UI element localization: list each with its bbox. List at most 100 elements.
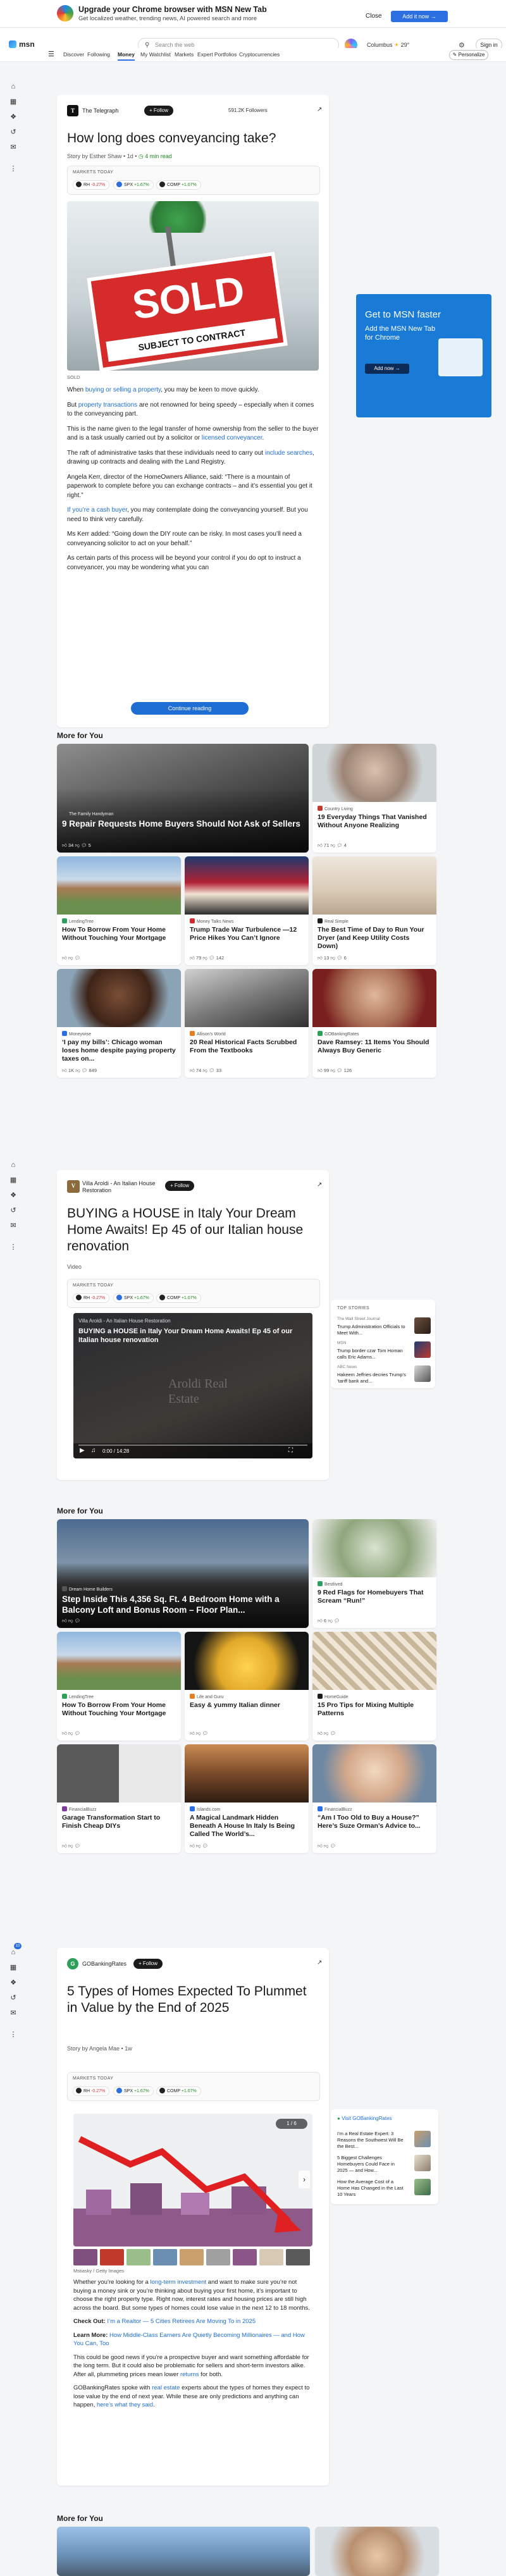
comment-icon[interactable]: 💬︎ bbox=[209, 1068, 216, 1073]
feed-card-source[interactable]: Bestlived bbox=[318, 1581, 342, 1587]
volume-icon[interactable]: ♫ bbox=[91, 1447, 96, 1454]
comment-icon[interactable]: 💬︎ bbox=[81, 842, 89, 848]
side-story-item[interactable]: I’m a Real Estate Expert: 3 Reasons the … bbox=[337, 2131, 404, 2150]
feed-card-source[interactable]: Moneywise bbox=[62, 1031, 91, 1037]
inline-link[interactable]: long-term investment bbox=[150, 2279, 206, 2286]
feed-card[interactable]: Real Simple The Best Time of Day to Run Y… bbox=[312, 856, 436, 965]
feed-card[interactable]: Money Talks News Trump Trade War Turbulen… bbox=[185, 856, 309, 965]
thumbs-up-icon[interactable]: 👍︎ bbox=[62, 842, 68, 848]
top-story-item[interactable]: MSN Trump border czar Tom Homan calls Eri… bbox=[337, 1340, 413, 1360]
gallery-thumbnail[interactable] bbox=[180, 2249, 204, 2265]
comment-icon[interactable]: 💬︎ bbox=[75, 1730, 81, 1736]
feed-card[interactable] bbox=[57, 2527, 310, 2576]
feed-card-title[interactable]: The Best Time of Day to Run Your Dryer (… bbox=[318, 926, 431, 951]
thumbs-down-icon[interactable]: 👎︎ bbox=[75, 842, 81, 848]
gallery-thumbnail[interactable] bbox=[286, 2249, 310, 2265]
comment-icon[interactable]: 💬︎ bbox=[75, 955, 81, 961]
gallery-thumbnail[interactable] bbox=[153, 2249, 177, 2265]
feed-card[interactable]: FinancialBuzz Garage Transformation Start… bbox=[57, 1744, 181, 1853]
feed-card-title[interactable]: 9 Repair Requests Home Buyers Should Not… bbox=[62, 818, 304, 829]
chat-icon[interactable]: ✉ bbox=[9, 2009, 18, 2018]
comment-icon[interactable]: 💬︎ bbox=[82, 1068, 89, 1073]
feed-card[interactable]: Life and Guru Easy & yummy Italian dinner… bbox=[185, 1632, 309, 1741]
comment-icon[interactable]: 💬︎ bbox=[336, 842, 344, 848]
nav-item-discover[interactable]: Discover bbox=[63, 51, 84, 58]
feed-card-title[interactable]: ‘I pay my bills’: Chicago woman loses ho… bbox=[62, 1038, 176, 1063]
nav-item-cryptocurrencies[interactable]: Cryptocurrencies bbox=[239, 51, 280, 58]
nav-item-markets[interactable]: Markets bbox=[175, 51, 194, 58]
inline-link[interactable]: I’m a Realtor — 5 Cities Retirees Are Mo… bbox=[107, 2318, 256, 2325]
feed-card[interactable]: HomeGuide 15 Pro Tips for Mixing Multiple… bbox=[312, 1632, 436, 1741]
feed-card-title[interactable]: Trump Trade War Turbulence —12 Price Hik… bbox=[190, 926, 304, 942]
msn-promo-ad[interactable]: Get to MSN faster Add the MSN New Tab fo… bbox=[356, 294, 491, 417]
thumbs-up-icon[interactable]: 👍︎ bbox=[318, 1068, 324, 1073]
thumbs-down-icon[interactable]: 👎︎ bbox=[330, 1068, 336, 1073]
thumbs-down-icon[interactable]: 👎︎ bbox=[324, 1730, 330, 1736]
feed-card-source[interactable]: Life and Guru bbox=[190, 1694, 223, 1699]
bookmark-icon[interactable]: ❖ bbox=[9, 1191, 18, 1200]
thumbs-up-icon[interactable]: 👍︎ bbox=[190, 1068, 196, 1073]
msn-logo[interactable]: msn bbox=[9, 40, 35, 49]
comment-icon[interactable]: 💬︎ bbox=[336, 955, 344, 961]
grid-icon[interactable]: ▦ bbox=[9, 1963, 18, 1972]
thumbs-down-icon[interactable]: 👎︎ bbox=[202, 1068, 209, 1073]
video-player[interactable]: Villa Aroldi - An Italian House Restorat… bbox=[73, 1313, 312, 1458]
feed-card-title[interactable]: How To Borrow From Your Home Without Tou… bbox=[62, 926, 176, 942]
ticker-pill[interactable]: RH -0.27% bbox=[73, 180, 110, 190]
thumbs-up-icon[interactable]: 👍︎ bbox=[190, 1730, 196, 1736]
feed-card-source[interactable]: Allison’s World bbox=[190, 1031, 226, 1037]
home-icon[interactable]: ⌂ bbox=[9, 1948, 18, 1957]
history-icon[interactable]: ↺ bbox=[9, 1994, 18, 2002]
external-link-icon[interactable]: ↗ bbox=[317, 1959, 322, 1966]
thumbs-up-icon[interactable]: 👍︎ bbox=[62, 1618, 68, 1624]
video-progress-bar[interactable] bbox=[78, 1445, 307, 1446]
thumbs-up-icon[interactable]: 👍︎ bbox=[62, 955, 68, 961]
thumbs-down-icon[interactable]: 👎︎ bbox=[196, 1730, 202, 1736]
side-story-item[interactable]: 5 Biggest Challenges Homebuyers Could Fa… bbox=[337, 2155, 404, 2174]
thumbs-up-icon[interactable]: 👍︎ bbox=[318, 955, 324, 961]
feed-card-title[interactable]: Garage Transformation Start to Finish Ch… bbox=[62, 1814, 176, 1830]
comment-icon[interactable]: 💬︎ bbox=[202, 1843, 209, 1849]
feed-card-title[interactable]: 19 Everyday Things That Vanished Without… bbox=[318, 813, 431, 830]
inline-link[interactable]: real estate bbox=[152, 2384, 180, 2391]
comment-icon[interactable]: 💬︎ bbox=[75, 1618, 81, 1624]
external-link-icon[interactable]: ↗ bbox=[317, 106, 322, 113]
feed-card-title[interactable]: 9 Red Flags for Homebuyers That Scream “… bbox=[318, 1589, 431, 1605]
feed-card-source[interactable]: Real Simple bbox=[318, 918, 349, 924]
thumbs-down-icon[interactable]: 👎︎ bbox=[68, 1730, 75, 1736]
ticker-pill[interactable]: COMP +1.07% bbox=[156, 1293, 201, 1303]
comment-icon[interactable]: 💬︎ bbox=[75, 1843, 81, 1849]
top-story-item[interactable]: ABC News Hakeem Jeffries decries Trump’s … bbox=[337, 1364, 413, 1384]
gallery-thumbnail[interactable] bbox=[259, 2249, 283, 2265]
comment-icon[interactable]: 💬︎ bbox=[209, 955, 216, 961]
nav-item-following[interactable]: Following bbox=[87, 51, 110, 58]
ticker-pill[interactable]: SPX +1.67% bbox=[113, 2086, 154, 2096]
follow-button[interactable]: + Follow bbox=[165, 1181, 195, 1191]
nav-item-money[interactable]: Money bbox=[118, 51, 135, 61]
feed-card-title[interactable]: Easy & yummy Italian dinner bbox=[190, 1701, 304, 1710]
thumbs-down-icon[interactable]: 👎︎ bbox=[324, 1843, 330, 1849]
feed-card-title[interactable]: A Magical Landmark Hidden Beneath A Hous… bbox=[190, 1814, 304, 1839]
thumbs-down-icon[interactable]: 👎︎ bbox=[68, 955, 75, 961]
feed-card-title[interactable]: 20 Real Historical Facts Scrubbed From t… bbox=[190, 1038, 304, 1055]
thumbs-up-icon[interactable]: 👍︎ bbox=[190, 955, 196, 961]
comment-icon[interactable]: 💬︎ bbox=[336, 1068, 344, 1073]
fullscreen-icon[interactable]: ⛶ bbox=[288, 1447, 293, 1454]
feed-card-source[interactable]: Country Living bbox=[318, 806, 353, 811]
comment-icon[interactable]: 💬︎ bbox=[330, 1843, 336, 1849]
feed-card-title[interactable]: “Am I Too Old to Buy a House?” Here’s Su… bbox=[318, 1814, 431, 1830]
inline-link[interactable]: include searches bbox=[265, 450, 312, 457]
feed-card-source[interactable]: FinancialBuzz bbox=[62, 1806, 97, 1812]
feed-card-title[interactable]: How To Borrow From Your Home Without Tou… bbox=[62, 1701, 176, 1718]
history-icon[interactable]: ↺ bbox=[9, 1206, 18, 1215]
more-icon[interactable]: ⋮ bbox=[9, 1243, 18, 1252]
feed-card-source[interactable]: FinancialBuzz bbox=[318, 1806, 352, 1812]
feed-card-source[interactable]: The Family Handyman bbox=[62, 811, 113, 817]
ticker-pill[interactable]: COMP +1.07% bbox=[156, 180, 201, 190]
feed-card[interactable] bbox=[315, 2527, 439, 2576]
feed-card-title[interactable]: 15 Pro Tips for Mixing Multiple Patterns bbox=[318, 1701, 431, 1718]
hamburger-menu-icon[interactable]: ☰ bbox=[48, 50, 54, 58]
feed-card[interactable]: Moneywise ‘I pay my bills’: Chicago woman… bbox=[57, 969, 181, 1078]
search-input[interactable]: Search the web bbox=[155, 42, 195, 48]
feed-card-title[interactable]: Dave Ramsey: 11 Items You Should Always … bbox=[318, 1038, 431, 1055]
